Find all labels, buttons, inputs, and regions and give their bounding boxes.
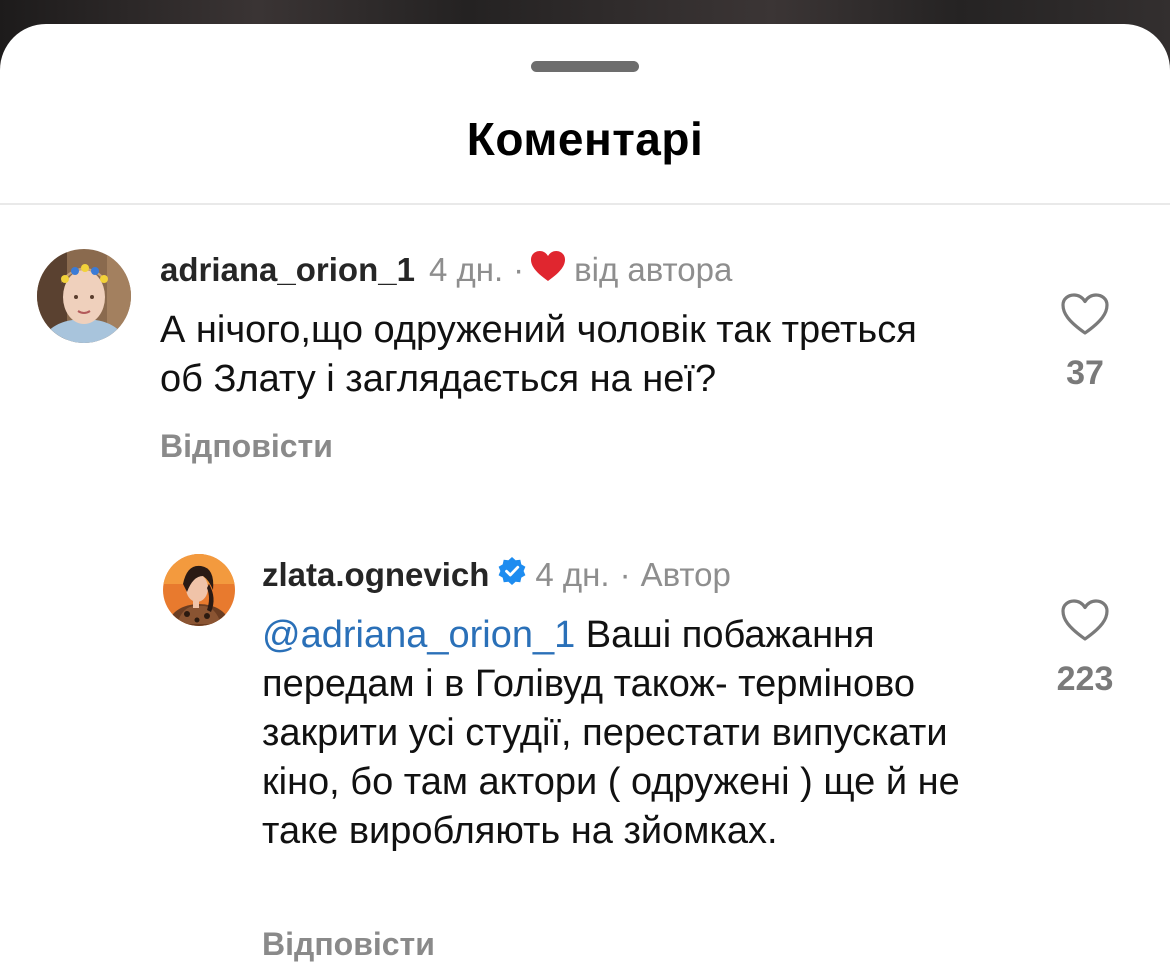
comment-username[interactable]: adriana_orion_1 (160, 251, 415, 289)
reply-username[interactable]: zlata.ognevich (262, 556, 489, 594)
author-label: Автор (640, 556, 731, 593)
comment-like[interactable]: 37 (1040, 292, 1130, 393)
comment-timestamp: 4 дн. (428, 251, 504, 288)
like-count: 37 (1066, 354, 1104, 392)
reply-button[interactable]: Відповісти (262, 926, 435, 963)
reply-text: @adriana_orion_1 Ваші побажання передам … (262, 611, 1022, 856)
comments-sheet: Коментарі adriana_orion_1 4 дн. · від ав… (0, 24, 1170, 978)
meta-separator: · (513, 251, 525, 288)
like-count: 223 (1056, 660, 1114, 698)
reply-meta: zlata.ognevich 4 дн. · Автор (262, 556, 731, 594)
sheet-title: Коментарі (466, 113, 704, 165)
mention-link[interactable]: @adriana_orion_1 (262, 614, 575, 656)
liked-by-author-label: від автора (574, 251, 733, 288)
avatar[interactable] (163, 554, 235, 626)
red-heart-icon (530, 250, 566, 290)
reply-timestamp: 4 дн. (535, 556, 610, 593)
verified-badge-icon (497, 556, 527, 594)
reply-button[interactable]: Відповісти (160, 428, 333, 465)
comment-meta: adriana_orion_1 4 дн. · від автора (160, 250, 732, 290)
comment-text: А нічого,що одружений чоловік так третьс… (160, 309, 917, 400)
sheet-grabber-handle[interactable] (531, 61, 639, 72)
meta-separator: · (619, 556, 631, 593)
heart-outline-icon[interactable] (1040, 598, 1130, 642)
avatar[interactable] (37, 249, 131, 343)
reply-like[interactable]: 223 (1040, 598, 1130, 699)
heart-outline-icon[interactable] (1040, 292, 1130, 336)
header-divider (0, 203, 1170, 205)
